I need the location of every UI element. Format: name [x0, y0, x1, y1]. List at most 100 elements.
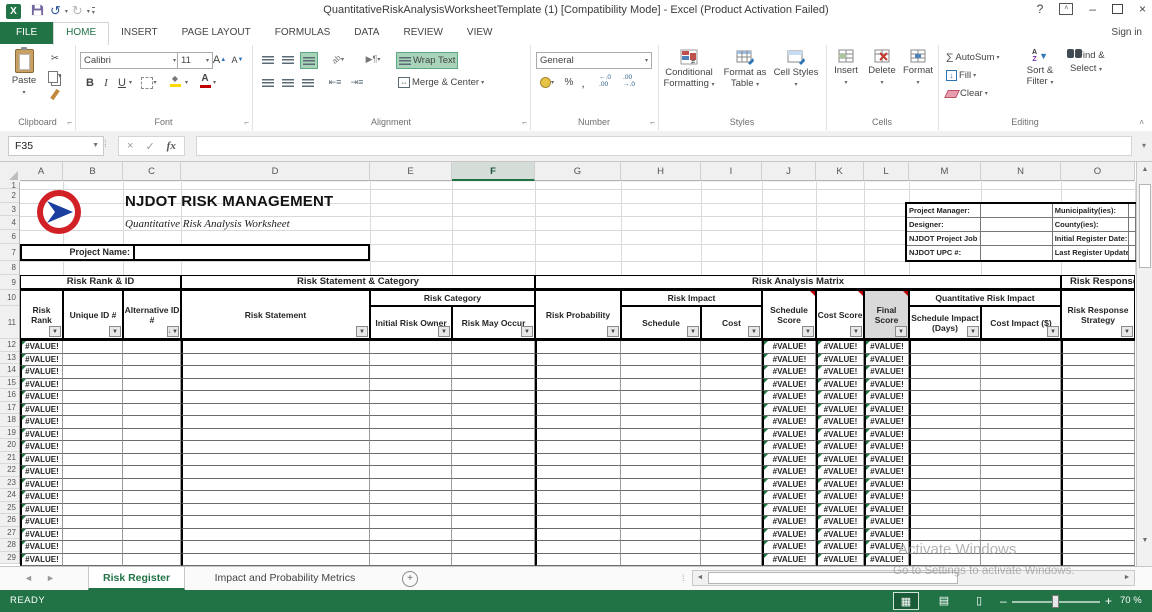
- conditional-formatting-button[interactable]: ≠ Conditional Formatting ▾: [662, 49, 716, 91]
- cell-F29[interactable]: [452, 554, 535, 567]
- name-box-splitter[interactable]: ⁞: [104, 139, 106, 150]
- filter-icon[interactable]: ▼: [438, 326, 450, 337]
- zoom-level[interactable]: 70 %: [1120, 595, 1142, 606]
- cell-D18[interactable]: [181, 416, 370, 429]
- formula-bar-expand-icon[interactable]: ▾: [1142, 141, 1146, 150]
- format-as-table-button[interactable]: Format as Table ▾: [718, 49, 772, 91]
- cell-A28[interactable]: #VALUE!: [20, 541, 63, 554]
- col-header-final-score[interactable]: Final Score▼: [864, 290, 909, 339]
- cell-H27[interactable]: [621, 529, 701, 542]
- cell-K12[interactable]: #VALUE!: [816, 341, 864, 354]
- cell-D22[interactable]: [181, 466, 370, 479]
- cell-H13[interactable]: [621, 354, 701, 367]
- column-header-E[interactable]: E: [370, 162, 452, 181]
- cell-K28[interactable]: #VALUE!: [816, 541, 864, 554]
- cell-O22[interactable]: [1061, 466, 1135, 479]
- filter-icon[interactable]: ▼: [850, 326, 862, 337]
- cell-B12[interactable]: [63, 341, 123, 354]
- cell-B19[interactable]: [63, 429, 123, 442]
- increase-indent-button[interactable]: ⇥≡: [348, 75, 366, 90]
- filter-icon[interactable]: ▼: [802, 326, 814, 337]
- cell-B21[interactable]: [63, 454, 123, 467]
- cancel-formula-icon[interactable]: ×: [127, 140, 133, 152]
- cell-B18[interactable]: [63, 416, 123, 429]
- cell-I19[interactable]: [701, 429, 762, 442]
- cell-N15[interactable]: [981, 379, 1061, 392]
- cell-C24[interactable]: [123, 491, 181, 504]
- clear-button[interactable]: Clear▾: [944, 86, 990, 101]
- sign-in-link[interactable]: Sign in: [1111, 27, 1142, 38]
- cell-C16[interactable]: [123, 391, 181, 404]
- cell-I28[interactable]: [701, 541, 762, 554]
- prev-sheet-icon[interactable]: ◄: [24, 573, 33, 583]
- cell-J22[interactable]: #VALUE!: [762, 466, 816, 479]
- cell-B13[interactable]: [63, 354, 123, 367]
- insert-cells-button[interactable]: Insert▾: [830, 49, 862, 89]
- vertical-scrollbar[interactable]: ▲ ▼: [1136, 162, 1152, 566]
- increase-decimal-button[interactable]: ←.0.00: [594, 73, 616, 88]
- cell-M25[interactable]: [909, 504, 981, 517]
- info-value[interactable]: [1129, 218, 1136, 231]
- cell-I22[interactable]: [701, 466, 762, 479]
- cell-N20[interactable]: [981, 441, 1061, 454]
- cell-C25[interactable]: [123, 504, 181, 517]
- cell-K26[interactable]: #VALUE!: [816, 516, 864, 529]
- row-header-21[interactable]: 21: [0, 452, 19, 465]
- cell-M17[interactable]: [909, 404, 981, 417]
- cell-B23[interactable]: [63, 479, 123, 492]
- bold-button[interactable]: B: [83, 75, 97, 90]
- cell-J13[interactable]: #VALUE!: [762, 354, 816, 367]
- cell-G22[interactable]: [535, 466, 621, 479]
- cell-C29[interactable]: [123, 554, 181, 567]
- percent-style-button[interactable]: %: [562, 75, 576, 90]
- cell-J21[interactable]: #VALUE!: [762, 454, 816, 467]
- cell-G20[interactable]: [535, 441, 621, 454]
- col-header-unique-id[interactable]: Unique ID #▼: [63, 290, 123, 339]
- row-header-29[interactable]: 29: [0, 552, 19, 565]
- col-header-alternative-id[interactable]: Alternative ID #▼: [123, 290, 181, 339]
- cell-O17[interactable]: [1061, 404, 1135, 417]
- format-cells-button[interactable]: Format▾: [902, 49, 934, 89]
- cell-I26[interactable]: [701, 516, 762, 529]
- cell-F25[interactable]: [452, 504, 535, 517]
- column-header-K[interactable]: K: [816, 162, 864, 181]
- cell-D28[interactable]: [181, 541, 370, 554]
- cell-A14[interactable]: #VALUE!: [20, 366, 63, 379]
- row-header-10[interactable]: 10: [0, 290, 19, 306]
- cell-O26[interactable]: [1061, 516, 1135, 529]
- cell-O14[interactable]: [1061, 366, 1135, 379]
- cell-D29[interactable]: [181, 554, 370, 567]
- cell-G16[interactable]: [535, 391, 621, 404]
- cell-N24[interactable]: [981, 491, 1061, 504]
- top-align-button[interactable]: [260, 52, 276, 67]
- filter-icon[interactable]: ▼: [356, 326, 368, 337]
- ribbon-tab-formulas[interactable]: FORMULAS: [263, 22, 343, 44]
- cell-C18[interactable]: [123, 416, 181, 429]
- cell-C22[interactable]: [123, 466, 181, 479]
- cell-O21[interactable]: [1061, 454, 1135, 467]
- info-value[interactable]: [1129, 204, 1136, 217]
- select-all-corner[interactable]: [0, 162, 21, 183]
- cell-F27[interactable]: [452, 529, 535, 542]
- cell-E28[interactable]: [370, 541, 452, 554]
- sort-filter-button[interactable]: AZ▼ Sort & Filter ▾: [1018, 49, 1062, 89]
- cell-F18[interactable]: [452, 416, 535, 429]
- ribbon-tab-data[interactable]: DATA: [342, 22, 391, 44]
- sheet-tab-impact-and-probability-metrics[interactable]: Impact and Probability Metrics: [201, 567, 370, 590]
- cell-N22[interactable]: [981, 466, 1061, 479]
- row-header-26[interactable]: 26: [0, 514, 19, 527]
- cell-K19[interactable]: #VALUE!: [816, 429, 864, 442]
- decrease-decimal-button[interactable]: .00→.0: [618, 73, 640, 88]
- cell-A20[interactable]: #VALUE!: [20, 441, 63, 454]
- ribbon-tab-home[interactable]: HOME: [53, 22, 109, 46]
- cell-G25[interactable]: [535, 504, 621, 517]
- cell-O13[interactable]: [1061, 354, 1135, 367]
- cell-B20[interactable]: [63, 441, 123, 454]
- cell-N12[interactable]: [981, 341, 1061, 354]
- cell-E24[interactable]: [370, 491, 452, 504]
- cell-E26[interactable]: [370, 516, 452, 529]
- cell-O25[interactable]: [1061, 504, 1135, 517]
- row-header-1[interactable]: 1: [0, 182, 19, 189]
- cell-K15[interactable]: #VALUE!: [816, 379, 864, 392]
- cell-A12[interactable]: #VALUE!: [20, 341, 63, 354]
